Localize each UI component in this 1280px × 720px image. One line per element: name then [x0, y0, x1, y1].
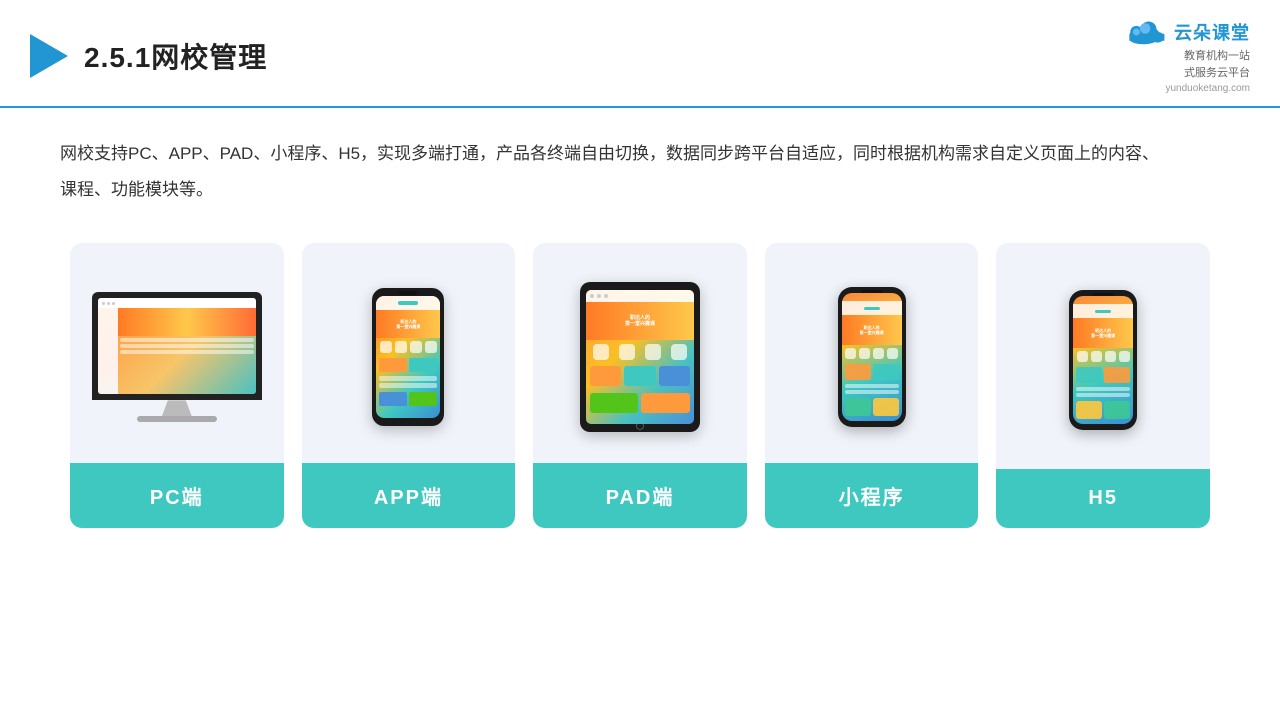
- pad-outer: 职达人的第一堂兴趣课: [580, 282, 700, 432]
- smartphone-h5-outer: 职达人的第一堂兴趣课: [1069, 290, 1137, 430]
- page-title: 2.5.1网校管理: [84, 36, 267, 76]
- logo-triangle-icon: [30, 34, 68, 78]
- card-h5: 职达人的第一堂兴趣课: [996, 243, 1210, 528]
- cloud-icon: [1124, 18, 1168, 46]
- device-miniprogram: 职达人的第一堂兴趣课: [838, 287, 906, 427]
- main-content: 网校支持PC、APP、PAD、小程序、H5，实现多端打通，产品各终端自由切换，数…: [0, 108, 1280, 548]
- card-pad: 职达人的第一堂兴趣课: [533, 243, 747, 528]
- pc-screen-outer: [92, 292, 262, 400]
- card-h5-image: 职达人的第一堂兴趣课: [996, 243, 1210, 469]
- card-miniprogram-label: 小程序: [765, 463, 979, 528]
- brand-logo: 云朵课堂: [1124, 18, 1250, 46]
- card-pc-image: [70, 243, 284, 463]
- phone-screen: 职达人的第一堂兴趣课: [376, 296, 440, 418]
- smartphone-h5-screen: 职达人的第一堂兴趣课: [1073, 296, 1133, 424]
- brand-tagline: 教育机构一站式服务云平台: [1184, 48, 1250, 81]
- header-left: 2.5.1网校管理: [30, 34, 267, 78]
- card-pc: PC端: [70, 243, 284, 528]
- pc-base: [137, 416, 217, 422]
- pad-screen: 职达人的第一堂兴趣课: [586, 290, 694, 424]
- phone-notch: [399, 291, 417, 295]
- smartphone-screen: 职达人的第一堂兴趣课: [842, 293, 902, 421]
- card-h5-label: H5: [996, 469, 1210, 528]
- device-h5: 职达人的第一堂兴趣课: [1069, 290, 1137, 430]
- card-pad-image: 职达人的第一堂兴趣课: [533, 243, 747, 463]
- card-miniprogram: 职达人的第一堂兴趣课: [765, 243, 979, 528]
- card-app-label: APP端: [302, 463, 516, 528]
- card-app: 职达人的第一堂兴趣课: [302, 243, 516, 528]
- device-app-phone: 职达人的第一堂兴趣课: [372, 288, 444, 426]
- description-text: 网校支持PC、APP、PAD、小程序、H5，实现多端打通，产品各终端自由切换，数…: [60, 136, 1160, 207]
- pc-screen-inner: [98, 298, 256, 394]
- card-miniprogram-image: 职达人的第一堂兴趣课: [765, 243, 979, 463]
- phone-outer: 职达人的第一堂兴趣课: [372, 288, 444, 426]
- cards-container: PC端 职达人的第一堂兴趣课: [60, 243, 1220, 528]
- device-pc: [92, 292, 262, 422]
- pc-stand: [162, 400, 192, 416]
- header: 2.5.1网校管理 云朵课堂 教育机构一站式服务云平台 yunduoketang…: [0, 0, 1280, 108]
- smartphone-outer: 职达人的第一堂兴趣课: [838, 287, 906, 427]
- brand-url: yunduoketang.com: [1165, 83, 1250, 94]
- header-right: 云朵课堂 教育机构一站式服务云平台 yunduoketang.com: [1124, 18, 1250, 94]
- device-pad: 职达人的第一堂兴趣课: [580, 282, 700, 432]
- card-pad-label: PAD端: [533, 463, 747, 528]
- brand-name: 云朵课堂: [1174, 19, 1250, 45]
- card-pc-label: PC端: [70, 463, 284, 528]
- card-app-image: 职达人的第一堂兴趣课: [302, 243, 516, 463]
